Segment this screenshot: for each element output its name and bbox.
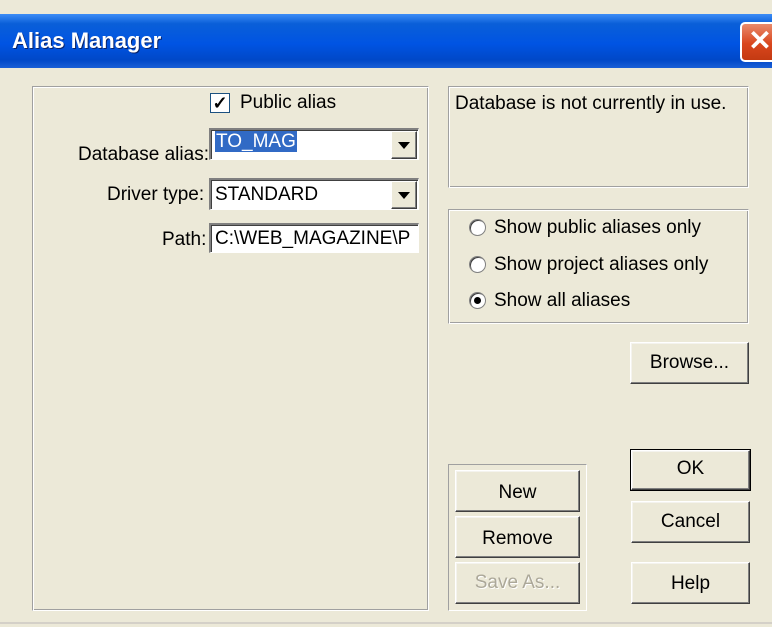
ok-button[interactable]: OK	[630, 449, 751, 491]
new-button[interactable]: New	[455, 470, 580, 512]
driver-type-value: STANDARD	[215, 184, 319, 205]
save-as-button[interactable]: Save As...	[455, 562, 580, 604]
close-button[interactable]: ✕	[740, 22, 772, 62]
status-text: Database is not currently in use.	[455, 93, 727, 114]
checkmark-icon: ✓	[212, 93, 228, 113]
remove-button[interactable]: Remove	[455, 516, 580, 558]
public-alias-checkbox[interactable]: ✓	[210, 93, 230, 113]
close-icon: ✕	[748, 25, 772, 56]
radio-project-only-label[interactable]: Show project aliases only	[494, 254, 708, 276]
title-bar[interactable]: Alias Manager ✕	[0, 14, 772, 68]
browse-button[interactable]: Browse...	[630, 342, 749, 384]
database-alias-dropdown-button[interactable]	[391, 131, 417, 159]
database-alias-value[interactable]: TO_MAG	[215, 131, 297, 152]
driver-type-label: Driver type:	[107, 184, 205, 205]
radio-all-aliases-label[interactable]: Show all aliases	[494, 290, 630, 312]
radio-public-only-label[interactable]: Show public aliases only	[494, 217, 701, 239]
radio-public-only[interactable]	[469, 219, 486, 236]
window-title: Alias Manager	[12, 28, 162, 53]
cancel-button[interactable]: Cancel	[631, 501, 750, 543]
path-value: C:\WEB_MAGAZINE\P	[215, 228, 411, 249]
status-box: Database is not currently in use.	[448, 86, 749, 188]
window-bottom-edge	[0, 622, 772, 624]
driver-type-dropdown-button[interactable]	[391, 181, 417, 209]
radio-all-aliases[interactable]	[469, 292, 486, 309]
path-label: Path:	[162, 229, 207, 250]
database-alias-combobox[interactable]: TO_MAG	[209, 128, 419, 160]
path-input[interactable]: C:\WEB_MAGAZINE\P	[209, 223, 419, 253]
help-button[interactable]: Help	[631, 562, 750, 604]
radio-project-only[interactable]	[469, 256, 486, 273]
driver-type-combobox[interactable]: STANDARD	[209, 178, 419, 210]
database-alias-label: Database alias:	[78, 144, 209, 165]
public-alias-label: Public alias	[240, 92, 337, 113]
